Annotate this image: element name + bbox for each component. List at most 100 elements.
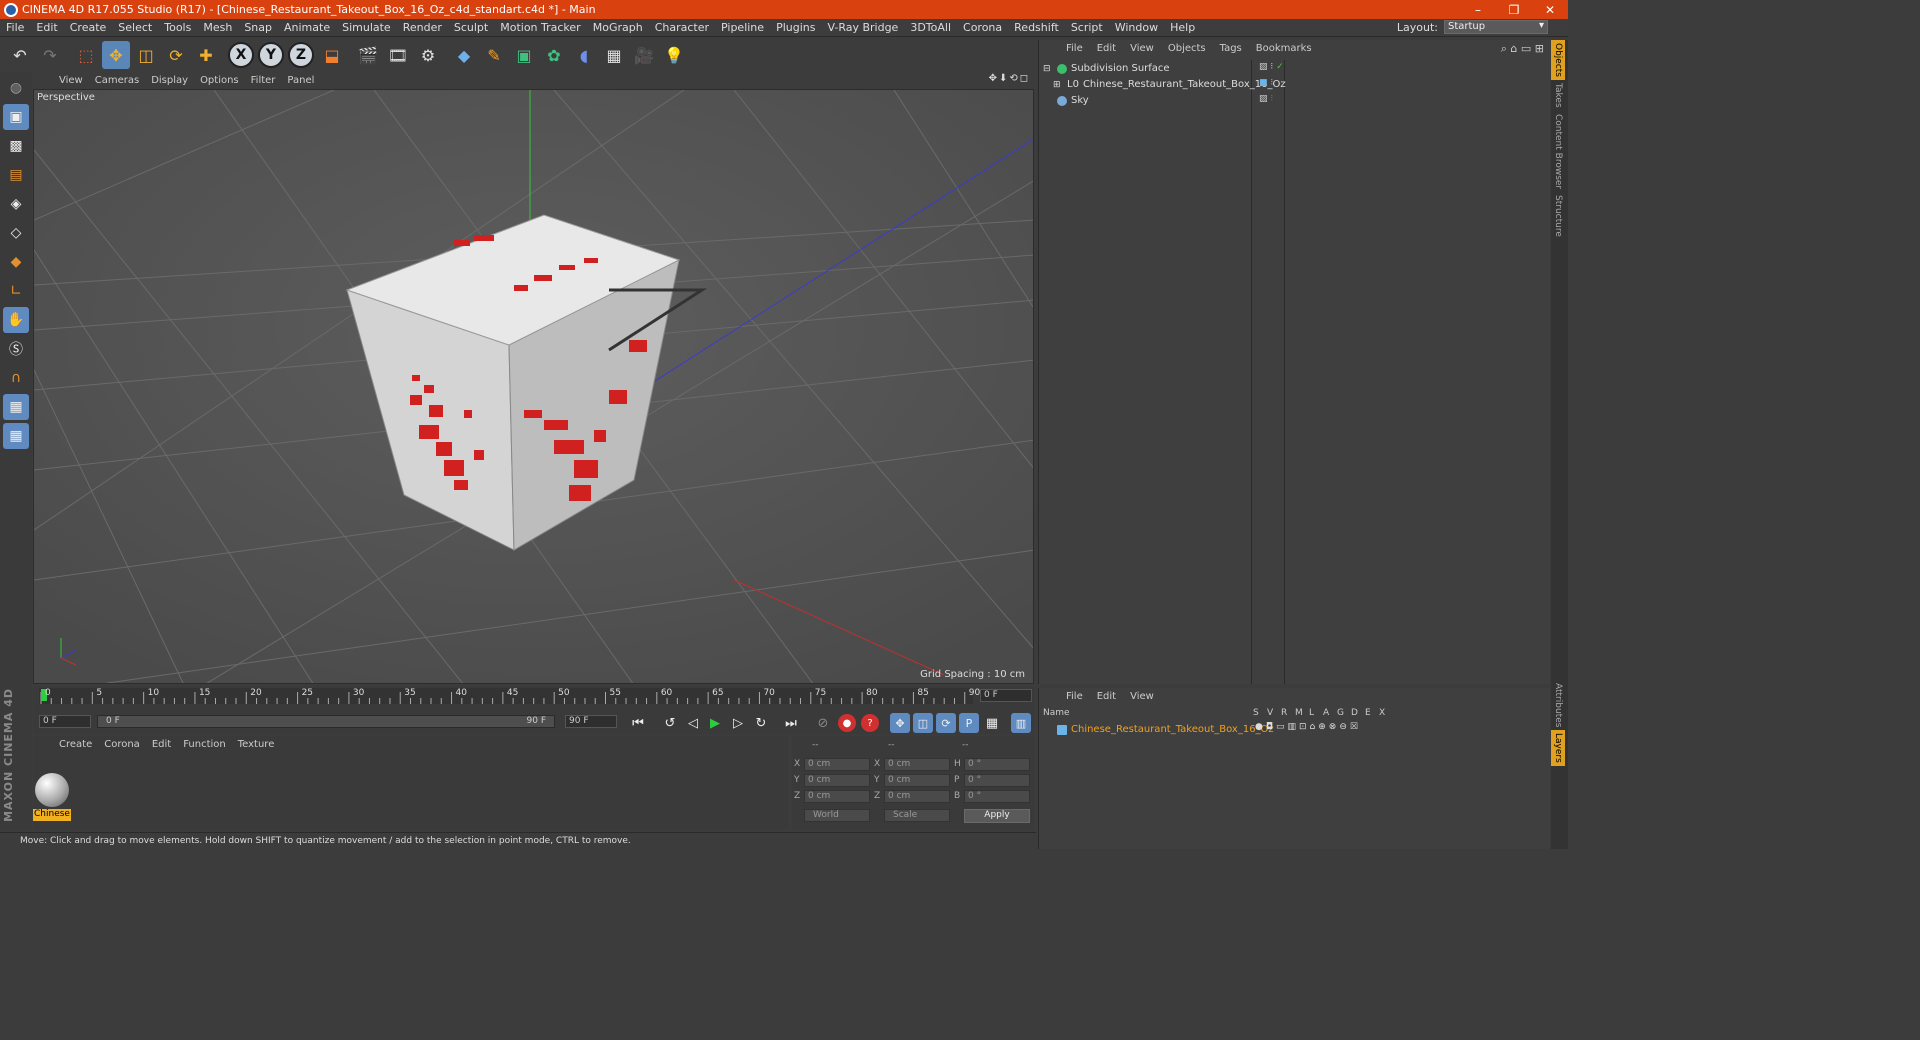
- key-position-icon[interactable]: ✥: [890, 713, 910, 733]
- axis-mode-icon[interactable]: ∟: [3, 278, 29, 304]
- layers-menu-view[interactable]: View: [1123, 691, 1161, 702]
- coordinate-system-icon[interactable]: ⬓: [318, 41, 346, 69]
- model-mode-icon[interactable]: ▣: [3, 104, 29, 130]
- layer-column-d[interactable]: D: [1351, 708, 1359, 721]
- minimize-button[interactable]: –: [1460, 3, 1496, 17]
- menu-animate[interactable]: Animate: [278, 21, 336, 34]
- material-menu-corona[interactable]: Corona: [98, 739, 146, 750]
- menu-render[interactable]: Render: [397, 21, 448, 34]
- previous-key-icon[interactable]: ↺: [660, 713, 680, 733]
- side-tab-takes[interactable]: Takes: [1551, 80, 1565, 111]
- workplane-lock-icon[interactable]: ▦: [3, 394, 29, 420]
- menu-motion-tracker[interactable]: Motion Tracker: [494, 21, 586, 34]
- viewport-menu-cameras[interactable]: Cameras: [89, 75, 145, 86]
- menu-corona[interactable]: Corona: [957, 21, 1008, 34]
- light-icon[interactable]: 💡: [660, 41, 688, 69]
- mograph-cloner-icon[interactable]: ✿: [540, 41, 568, 69]
- end-frame-field[interactable]: 90 F: [565, 715, 617, 728]
- render-view-icon[interactable]: 🎬: [354, 41, 382, 69]
- key-scale-icon[interactable]: ◫: [913, 713, 933, 733]
- material-menu-texture[interactable]: Texture: [232, 739, 281, 750]
- solo-mode-icon[interactable]: Ⓢ: [3, 336, 29, 362]
- menu-v-ray-bridge[interactable]: V-Ray Bridge: [821, 21, 904, 34]
- tweak-mode-icon[interactable]: ✋: [3, 307, 29, 333]
- objects-menu-edit[interactable]: Edit: [1090, 43, 1123, 54]
- viewport-menu-filter[interactable]: Filter: [245, 75, 282, 86]
- menu-pipeline[interactable]: Pipeline: [715, 21, 770, 34]
- coord-value-field[interactable]: 0 cm: [884, 758, 950, 771]
- layer-column-a[interactable]: A: [1323, 708, 1331, 721]
- render-settings-icon[interactable]: ⚙: [414, 41, 442, 69]
- layer-row[interactable]: Chinese_Restaurant_Takeout_Box_16_Oz: [1053, 722, 1274, 737]
- world-dropdown[interactable]: World: [804, 809, 870, 822]
- side-tab-structure[interactable]: Structure: [1551, 192, 1565, 240]
- menu-redshift[interactable]: Redshift: [1008, 21, 1065, 34]
- coord-value-field[interactable]: 0 °: [964, 774, 1030, 787]
- layer-toggle-icons[interactable]: ●◘▭▥⊡⌂⊕⊗⊖☒: [1255, 722, 1361, 732]
- scale-dropdown[interactable]: Scale: [884, 809, 950, 822]
- menu-select[interactable]: Select: [112, 21, 158, 34]
- viewport-menu-view[interactable]: View: [53, 75, 89, 86]
- coord-value-field[interactable]: 0 °: [964, 790, 1030, 803]
- object-row-takeout-box[interactable]: ⊞ L0 Chinese_Restaurant_Takeout_Box_16_O…: [1053, 77, 1286, 92]
- live-selection-icon[interactable]: ⬚: [72, 41, 100, 69]
- redo-icon[interactable]: ↷: [36, 41, 64, 69]
- side-tab-attributes[interactable]: Attributes: [1551, 680, 1565, 730]
- layout-dropdown[interactable]: Startup: [1444, 20, 1548, 34]
- layers-menu-file[interactable]: File: [1059, 691, 1090, 702]
- layer-column-e[interactable]: E: [1365, 708, 1373, 721]
- frame-range-slider[interactable]: 0 F 90 F: [97, 715, 555, 728]
- expand-icon[interactable]: ⊞: [1053, 80, 1063, 90]
- go-to-end-icon[interactable]: ⏭: [781, 713, 801, 733]
- z-axis-lock-icon[interactable]: Z: [288, 42, 314, 68]
- apply-button[interactable]: Apply: [964, 809, 1030, 823]
- transform-tool-icon[interactable]: ✚: [192, 41, 220, 69]
- move-tool-icon[interactable]: ✥: [102, 41, 130, 69]
- objects-menu-objects[interactable]: Objects: [1161, 43, 1213, 54]
- floor-grid-icon[interactable]: ▦: [600, 41, 628, 69]
- viewport-menu-panel[interactable]: Panel: [281, 75, 320, 86]
- edges-mode-icon[interactable]: ◇: [3, 220, 29, 246]
- layer-column-s[interactable]: S: [1253, 708, 1261, 721]
- coord-value-field[interactable]: 0 cm: [804, 758, 870, 771]
- workplane-icon[interactable]: ▤: [3, 162, 29, 188]
- key-param-icon[interactable]: P: [959, 713, 979, 733]
- menu-mesh[interactable]: Mesh: [197, 21, 238, 34]
- quantize-icon[interactable]: ▦: [3, 423, 29, 449]
- key-pla-icon[interactable]: ▦: [982, 713, 1002, 733]
- viewport-menu-options[interactable]: Options: [194, 75, 245, 86]
- record-active-icon[interactable]: ●: [838, 714, 856, 732]
- objects-menu-bookmarks[interactable]: Bookmarks: [1249, 43, 1319, 54]
- perspective-viewport[interactable]: Perspective Grid Spacing : 10 cm: [33, 89, 1034, 684]
- menu-file[interactable]: File: [0, 21, 30, 34]
- scale-tool-icon[interactable]: ◫: [132, 41, 160, 69]
- layer-column-x[interactable]: X: [1379, 708, 1387, 721]
- object-row-sky[interactable]: Sky: [1043, 93, 1089, 108]
- layer-column-v[interactable]: V: [1267, 708, 1275, 721]
- objects-menu-view[interactable]: View: [1123, 43, 1161, 54]
- make-editable-icon[interactable]: ◍: [3, 75, 29, 101]
- menu-plugins[interactable]: Plugins: [770, 21, 821, 34]
- record-disabled-icon[interactable]: ⊘: [813, 713, 833, 733]
- menu-window[interactable]: Window: [1109, 21, 1164, 34]
- undo-icon[interactable]: ↶: [6, 41, 34, 69]
- play-icon[interactable]: ▶: [705, 713, 725, 733]
- y-axis-lock-icon[interactable]: Y: [258, 42, 284, 68]
- object-manager-search-icon[interactable]: ⌕ ⌂ ▭ ⊞: [1501, 42, 1544, 56]
- layer-column-r[interactable]: R: [1281, 708, 1289, 721]
- coord-value-field[interactable]: 0 cm: [804, 774, 870, 787]
- restore-button[interactable]: ❐: [1496, 3, 1532, 17]
- menu-help[interactable]: Help: [1164, 21, 1201, 34]
- go-to-start-icon[interactable]: ⏮: [628, 713, 648, 733]
- layer-color-swatch[interactable]: [1057, 724, 1067, 735]
- x-axis-lock-icon[interactable]: X: [228, 42, 254, 68]
- deformer-icon[interactable]: ◖: [570, 41, 598, 69]
- rotate-tool-icon[interactable]: ⟳: [162, 41, 190, 69]
- coord-value-field[interactable]: 0 cm: [884, 774, 950, 787]
- menu-3dtoall[interactable]: 3DToAll: [904, 21, 957, 34]
- previous-frame-icon[interactable]: ◁: [683, 713, 703, 733]
- close-button[interactable]: ✕: [1532, 3, 1568, 17]
- points-mode-icon[interactable]: ◈: [3, 191, 29, 217]
- menu-create[interactable]: Create: [64, 21, 113, 34]
- side-tab-layers[interactable]: Layers: [1551, 730, 1565, 766]
